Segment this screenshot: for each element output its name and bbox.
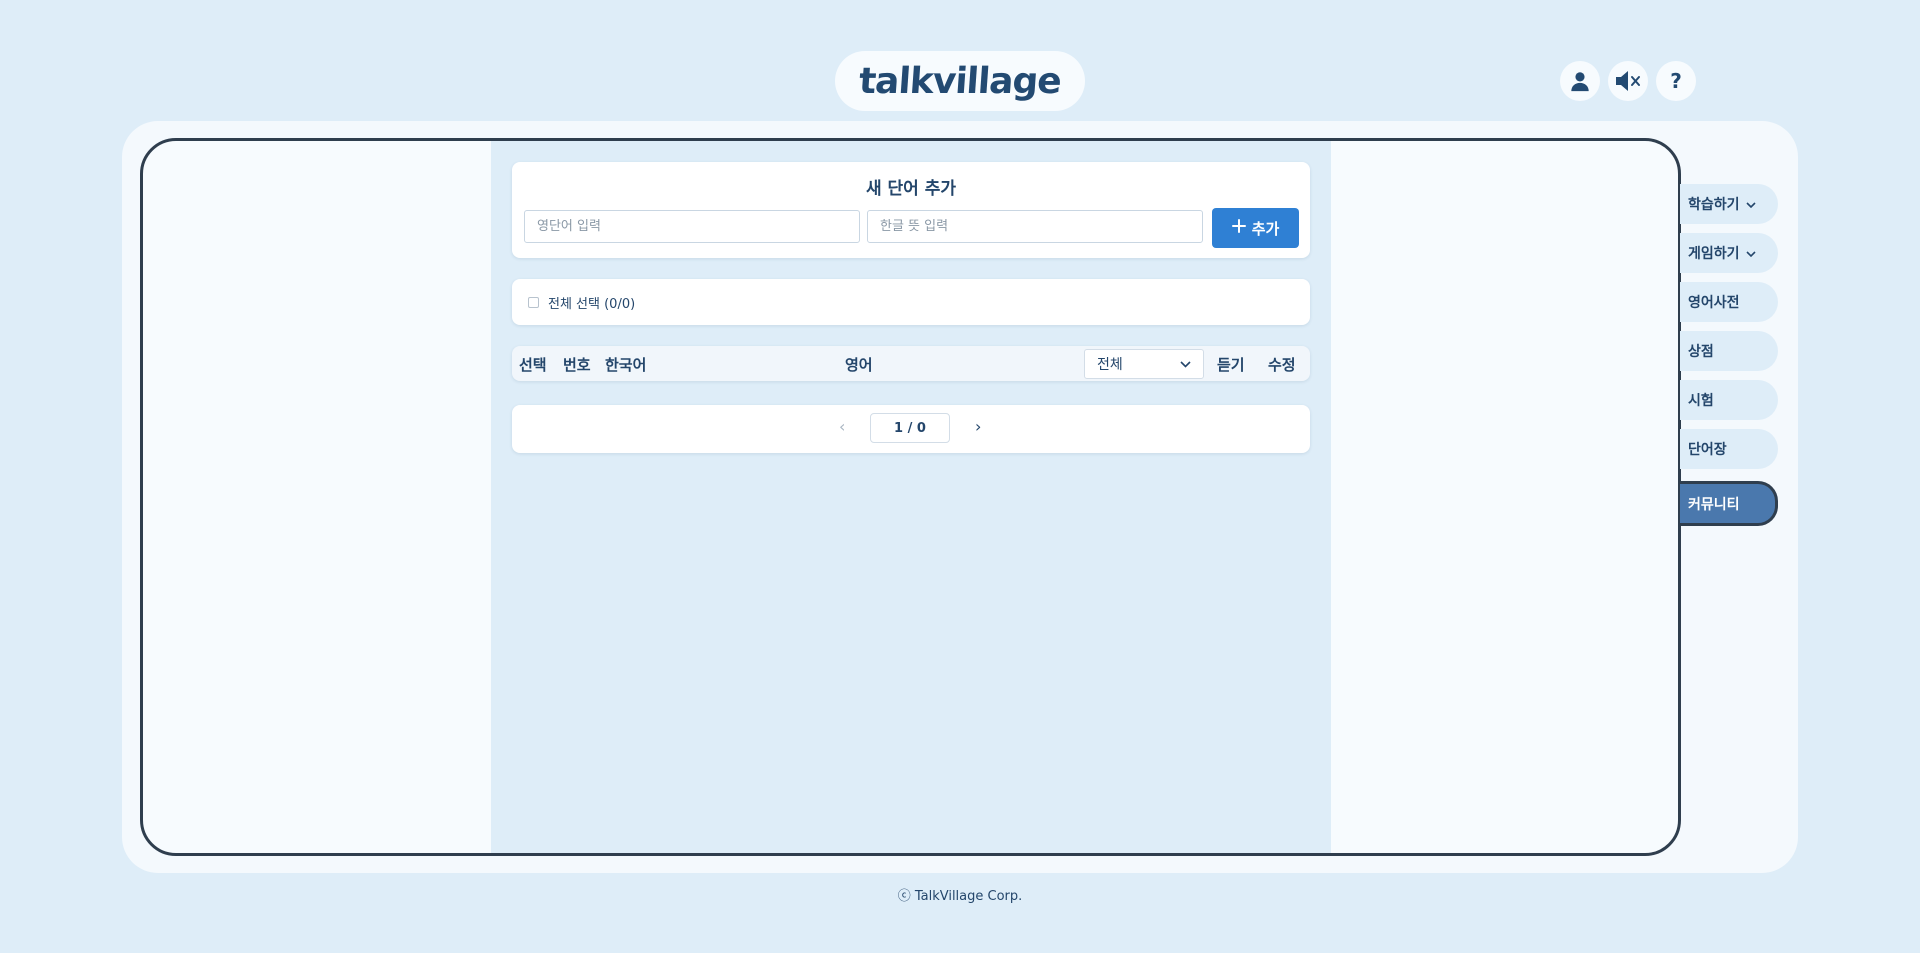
nav-item-community[interactable]: 커뮤니티 [1680,481,1778,526]
column-number: 번호 [563,356,591,374]
nav-item-dictionary[interactable]: 영어사전 [1680,282,1778,322]
nav-item-label: 영어사전 [1688,295,1740,311]
nav-item-label: 시험 [1688,393,1714,409]
nav-item-wordbook[interactable]: 단어장 [1680,429,1778,469]
top-icon-group: ? [1560,61,1696,101]
english-word-input[interactable] [524,210,860,243]
column-english: 영어 [845,356,873,374]
add-word-button[interactable]: 추가 [1212,208,1299,248]
filter-select-value: 전체 [1097,357,1123,373]
word-table-header: 선택 번호 한국어 영어 전체 듣기 수정 [512,346,1310,381]
nav-item-label: 상점 [1688,344,1714,360]
pagination: ‹ 1 / 0 › [512,405,1310,453]
help-button[interactable]: ? [1656,61,1696,101]
prev-page-button[interactable]: ‹ [839,417,845,436]
user-button[interactable] [1560,61,1600,101]
plus-icon [1231,219,1246,237]
filter-select[interactable]: 전체 [1084,349,1204,379]
mute-icon [1614,70,1642,92]
chevron-down-icon [1180,356,1191,372]
nav-item-shop[interactable]: 상점 [1680,331,1778,371]
column-listen: 듣기 [1217,356,1245,374]
nav-item-label: 커뮤니티 [1688,496,1740,513]
page-indicator: 1 / 0 [870,413,950,443]
chevron-down-icon [1745,198,1756,211]
select-all-checkbox[interactable] [528,296,539,308]
nav-item-learn[interactable]: 학습하기 [1680,184,1778,224]
help-icon: ? [1670,69,1682,93]
content-frame: 새 단어 추가 추가 전체 선택 (0/0) 선택 번호 한국어 영어 전체 [140,138,1681,856]
korean-meaning-input[interactable] [867,210,1203,243]
column-korean: 한국어 [605,356,647,374]
add-word-panel: 새 단어 추가 추가 [512,162,1310,258]
nav-item-test[interactable]: 시험 [1680,380,1778,420]
add-word-button-label: 추가 [1251,219,1280,238]
sound-toggle-button[interactable] [1608,61,1648,101]
nav-item-label: 학습하기 [1688,197,1740,213]
column-edit: 수정 [1268,356,1296,374]
user-icon [1569,70,1591,92]
footer-copyright: ⓒ TalkVillage Corp. [897,889,1023,904]
add-word-title: 새 단어 추가 [865,179,957,199]
logo[interactable]: talkvillage [835,51,1085,111]
nav-item-game[interactable]: 게임하기 [1680,233,1778,273]
next-page-button[interactable]: › [975,417,981,436]
select-all-label: 전체 선택 (0/0) [548,296,636,312]
nav-item-label: 게임하기 [1688,246,1740,262]
chevron-down-icon [1745,247,1756,260]
logo-text: talkvillage [857,60,1063,102]
column-select: 선택 [519,356,547,374]
nav-item-label: 단어장 [1688,442,1727,458]
select-all-panel: 전체 선택 (0/0) [512,279,1310,325]
word-list-column: 새 단어 추가 추가 전체 선택 (0/0) 선택 번호 한국어 영어 전체 [491,141,1331,853]
